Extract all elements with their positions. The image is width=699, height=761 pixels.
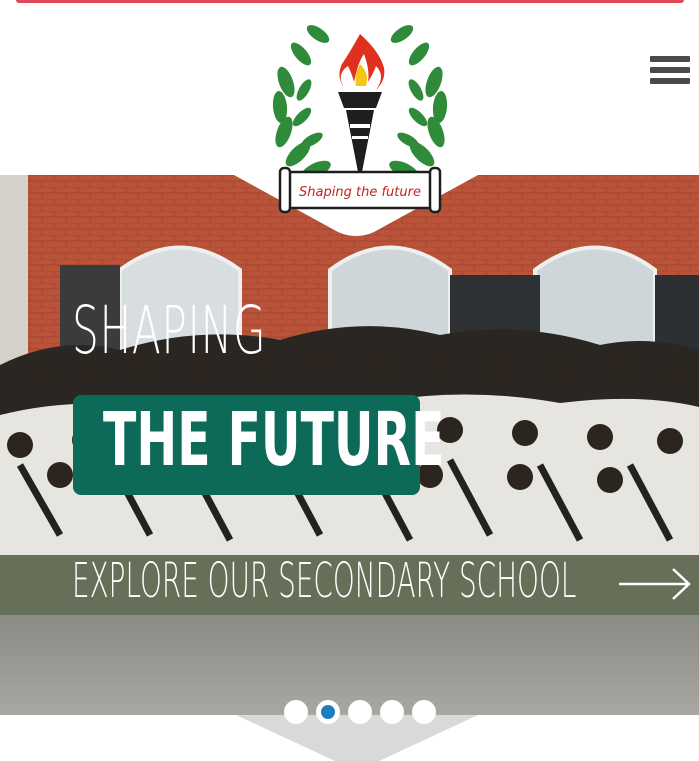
slider-dots	[284, 700, 444, 724]
slider-dot-4[interactable]	[380, 700, 404, 724]
arrow-right-icon[interactable]	[617, 566, 693, 602]
explore-secondary-school-link[interactable]: EXPLORE OUR SECONDARY SCHOOL	[72, 557, 576, 605]
menu-bar-middle	[650, 67, 690, 73]
hero-heading-line1: SHAPING	[72, 292, 267, 369]
menu-bar-bottom	[650, 78, 690, 84]
homepage: Shaping the future SHAPING THE FUTURE EX…	[0, 0, 699, 761]
hamburger-menu-icon[interactable]	[650, 56, 690, 92]
torch-laurel-logo: Shaping the future	[272, 25, 448, 214]
menu-bar-top	[650, 56, 690, 62]
slider-dot-2[interactable]	[316, 700, 340, 724]
slider-dot-5[interactable]	[412, 700, 436, 724]
logo-motto-text: Shaping the future	[299, 185, 421, 200]
slider-dot-3[interactable]	[348, 700, 372, 724]
hero-heading-line2: THE FUTURE	[103, 397, 445, 483]
slider-dot-1[interactable]	[284, 700, 308, 724]
